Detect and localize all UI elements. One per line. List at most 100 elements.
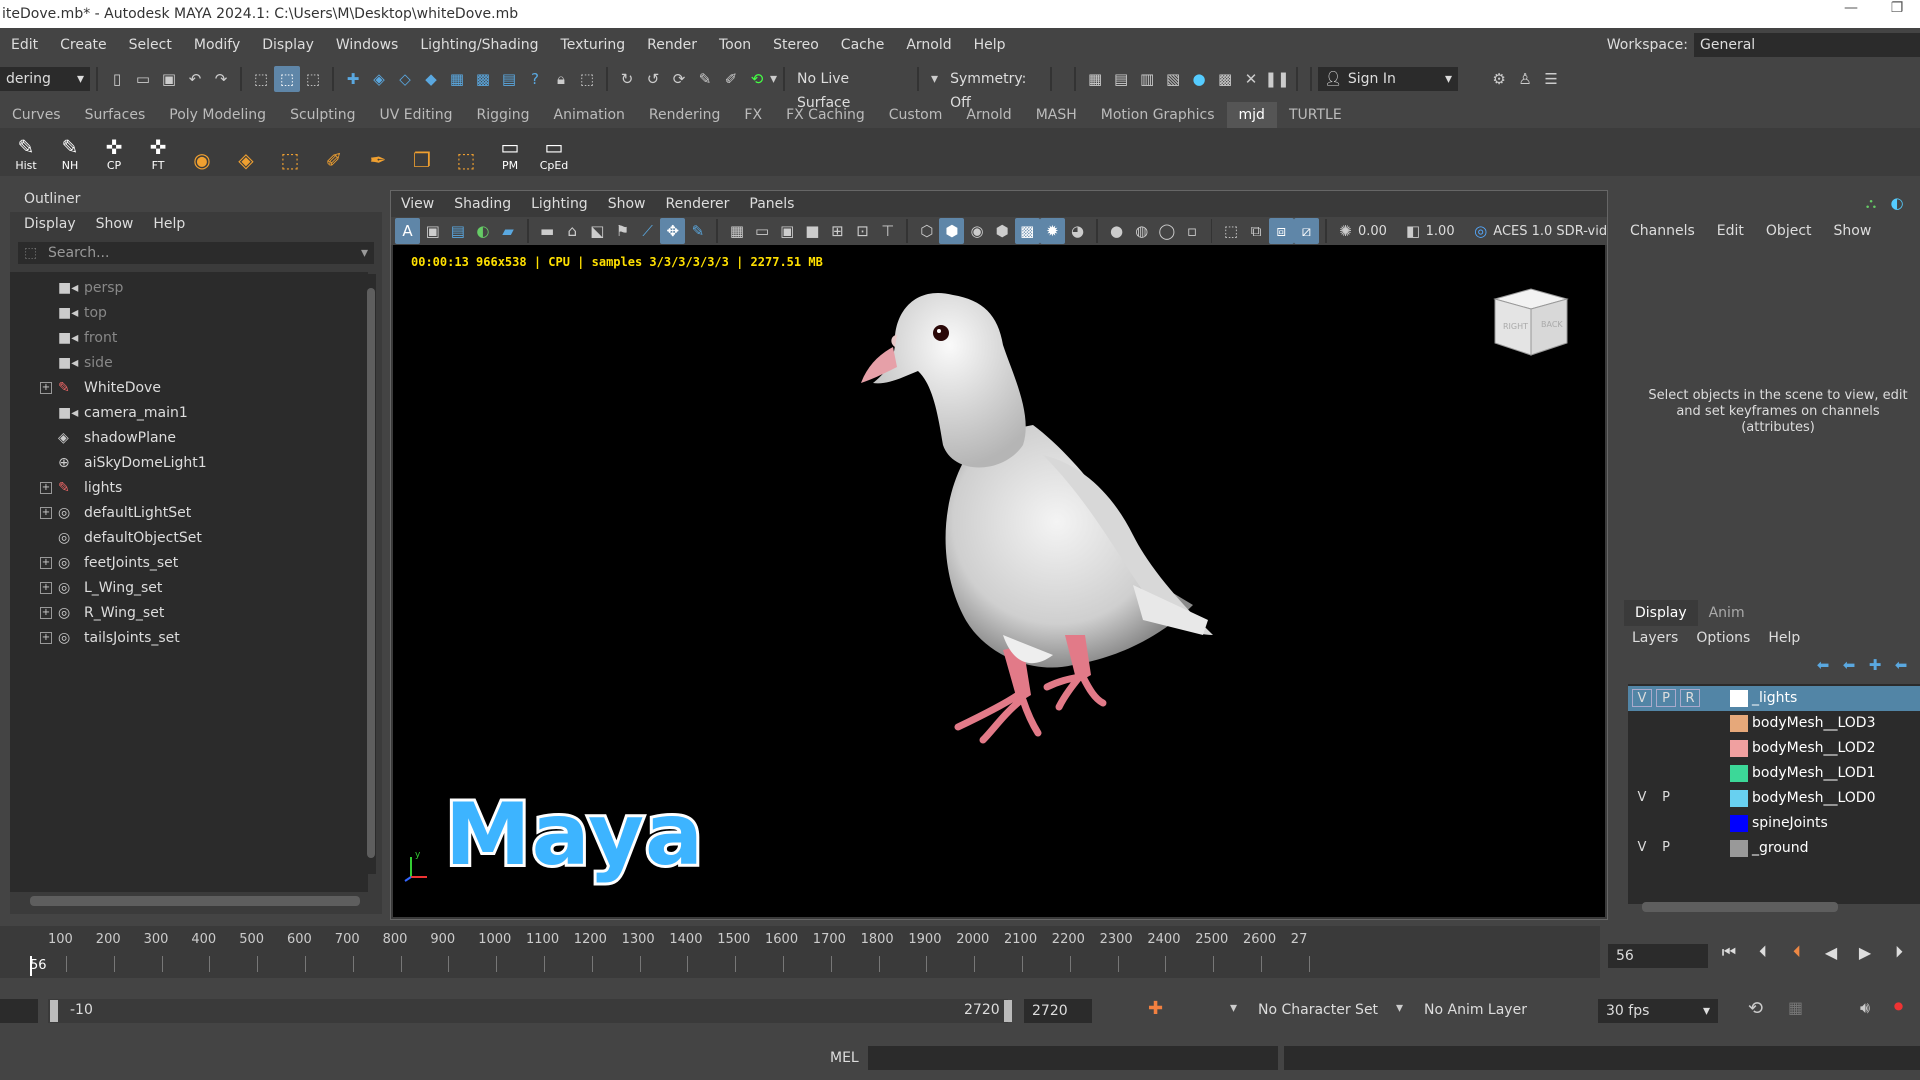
outliner-item[interactable]: + ✎ lights (10, 476, 368, 501)
range-start-outer[interactable] (0, 999, 38, 1023)
resolution-gate-icon[interactable]: ✥ (660, 218, 686, 244)
layer-row[interactable]: bodyMesh__LOD3 (1628, 711, 1920, 736)
layer-visibility-toggle[interactable]: V (1632, 839, 1652, 857)
attribute-editor-icon[interactable]: ☰ (1538, 66, 1564, 92)
step-back-icon[interactable]: ⏴︎ (1746, 942, 1780, 962)
2d-pan-icon[interactable]: ▰ (496, 218, 521, 244)
shelf-button-nh[interactable]: ✎ NH (52, 132, 88, 172)
shelf-button-cp[interactable]: ✜ CP (96, 132, 132, 172)
viewport-menu-show[interactable]: Show (598, 191, 656, 217)
layer-playback-toggle[interactable]: P (1656, 839, 1676, 857)
undo-icon[interactable]: ↶ (182, 66, 208, 92)
range-end-field[interactable]: 2720 (1024, 999, 1092, 1023)
expand-icon[interactable]: + (40, 607, 52, 619)
rotate-icon[interactable]: ⟳ (666, 66, 692, 92)
layer-playback-toggle[interactable] (1656, 814, 1676, 832)
paint-icon[interactable]: ✎ (692, 66, 718, 92)
layer-visibility-toggle[interactable] (1632, 814, 1652, 832)
exposure-field[interactable]: 0.00 (1358, 224, 1401, 239)
outliner-item[interactable]: + ◎ R_Wing_set (10, 601, 368, 626)
shelf-tab-sculpting[interactable]: Sculpting (278, 102, 367, 128)
command-input[interactable] (868, 1046, 1278, 1070)
menu-item-modify[interactable]: Modify (183, 28, 251, 62)
shelf-button-pm[interactable]: ▭ PM (492, 132, 528, 172)
viewport-menu-view[interactable]: View (391, 191, 444, 217)
layer-color-swatch[interactable] (1730, 740, 1748, 757)
expand-icon[interactable]: + (40, 582, 52, 594)
outliner-item[interactable]: + ◎ defaultLightSet (10, 501, 368, 526)
outliner-item[interactable]: + ◎ L_Wing_set (10, 576, 368, 601)
shelf-button-ft[interactable]: ✜ FT (140, 132, 176, 172)
outliner-hscrollbar[interactable] (30, 896, 360, 906)
shelf-tab-poly-modeling[interactable]: Poly Modeling (157, 102, 278, 128)
snap-surface-icon[interactable]: ▦ (444, 66, 470, 92)
layer-color-swatch[interactable] (1730, 690, 1748, 707)
shelf-tab-fx-caching[interactable]: FX Caching (774, 102, 877, 128)
xray-icon[interactable]: ⊞ (825, 218, 850, 244)
outliner-menu-help[interactable]: Help (153, 216, 185, 232)
layer-visibility-toggle[interactable] (1632, 714, 1652, 732)
layer-visibility-toggle[interactable] (1632, 764, 1652, 782)
go-to-end-icon[interactable]: ⏭︎ (1916, 942, 1920, 962)
layer-hscrollbar[interactable] (1642, 902, 1838, 912)
menu-item-select[interactable]: Select (118, 28, 183, 62)
ipr-icon[interactable]: ▥ (1134, 66, 1160, 92)
snap-point-icon[interactable]: ◇ (392, 66, 418, 92)
layer-color-swatch[interactable] (1730, 715, 1748, 732)
play-forwards-icon[interactable]: ▶ (1848, 943, 1882, 962)
shelf-tab-mjd[interactable]: mjd (1226, 102, 1277, 128)
go-to-start-icon[interactable]: ⏮︎ (1712, 942, 1746, 962)
view-cube[interactable]: RIGHT BACK (1491, 285, 1571, 357)
grid-icon[interactable]: ▦ (724, 218, 749, 244)
menu-item-create[interactable]: Create (49, 28, 118, 62)
layer-color-swatch[interactable] (1730, 765, 1748, 782)
layer-row[interactable]: V P R _lights (1628, 686, 1920, 711)
select-camera-icon[interactable]: A (395, 218, 421, 244)
channel-menu-show[interactable]: Show (1834, 223, 1872, 239)
chevron-down-icon[interactable]: ▾ (1230, 1000, 1237, 1016)
modeling-toolkit-icon[interactable]: ⚙︎ (1486, 66, 1512, 92)
volume-icon[interactable]: 🔊︎ (1860, 998, 1870, 1018)
menu-item-texturing[interactable]: Texturing (550, 28, 637, 62)
expand-icon[interactable]: + (40, 507, 52, 519)
outliner-scrollbar[interactable] (366, 274, 376, 874)
select-hierarchy-icon[interactable]: ⬚ (248, 66, 274, 92)
shelf-tab-rendering[interactable]: Rendering (637, 102, 733, 128)
chevron-down-icon[interactable]: ▾ (770, 71, 777, 87)
loop-icon[interactable]: ⟲ (1748, 998, 1763, 1019)
channel-menu-edit[interactable]: Edit (1717, 223, 1744, 239)
shelf-tab-turtle[interactable]: TURTLE (1277, 102, 1354, 128)
viewport-menu-shading[interactable]: Shading (444, 191, 521, 217)
menu-item-edit[interactable]: Edit (0, 28, 49, 62)
layer-tab-display[interactable]: Display (1624, 600, 1698, 626)
snap-midpoint-icon[interactable]: ▤ (496, 66, 522, 92)
render-settings-icon[interactable]: ▧ (1160, 66, 1186, 92)
layer-row[interactable]: bodyMesh__LOD2 (1628, 736, 1920, 761)
outliner-item[interactable]: + ◎ feetJoints_set (10, 551, 368, 576)
layer-playback-toggle[interactable]: P (1656, 789, 1676, 807)
range-handle-left[interactable] (50, 1000, 58, 1022)
outliner-item[interactable]: ■◂ top (10, 301, 368, 326)
layer-playback-toggle[interactable]: P (1656, 689, 1676, 707)
shelf-button-layers-icon[interactable]: ◉ (184, 132, 220, 172)
save-scene-icon[interactable]: ▣ (156, 66, 182, 92)
shelf-button-cped[interactable]: ▭ CpEd (536, 132, 572, 172)
outliner-item[interactable]: ■◂ side (10, 351, 368, 376)
menu-item-display[interactable]: Display (251, 28, 325, 62)
shelf-tab-curves[interactable]: Curves (0, 102, 73, 128)
shelf-button-brush-icon[interactable]: ✐ (316, 132, 352, 172)
gate-mask-icon[interactable]: ✎ (685, 218, 710, 244)
layer-row[interactable]: bodyMesh__LOD1 (1628, 761, 1920, 786)
film-gate-icon[interactable]: ⟋ (635, 218, 660, 244)
shelf-tab-uv-editing[interactable]: UV Editing (367, 102, 464, 128)
move-layer-down-icon[interactable]: ⬅ (1836, 652, 1862, 678)
lock-icon[interactable]: 🔒︎ (548, 66, 574, 92)
range-bar[interactable] (48, 999, 1008, 1023)
expand-icon[interactable]: + (40, 557, 52, 569)
ambient-occlusion-icon[interactable]: ● (1104, 218, 1129, 244)
exposure-icon[interactable]: ✺ (1333, 218, 1358, 244)
layer-visibility-toggle[interactable]: V (1632, 689, 1652, 707)
layer-reference-toggle[interactable] (1680, 714, 1700, 732)
outliner-item[interactable]: ■◂ camera_main1 (10, 401, 368, 426)
channel-box-toggle-icon[interactable]: ⛬ (1858, 190, 1884, 216)
